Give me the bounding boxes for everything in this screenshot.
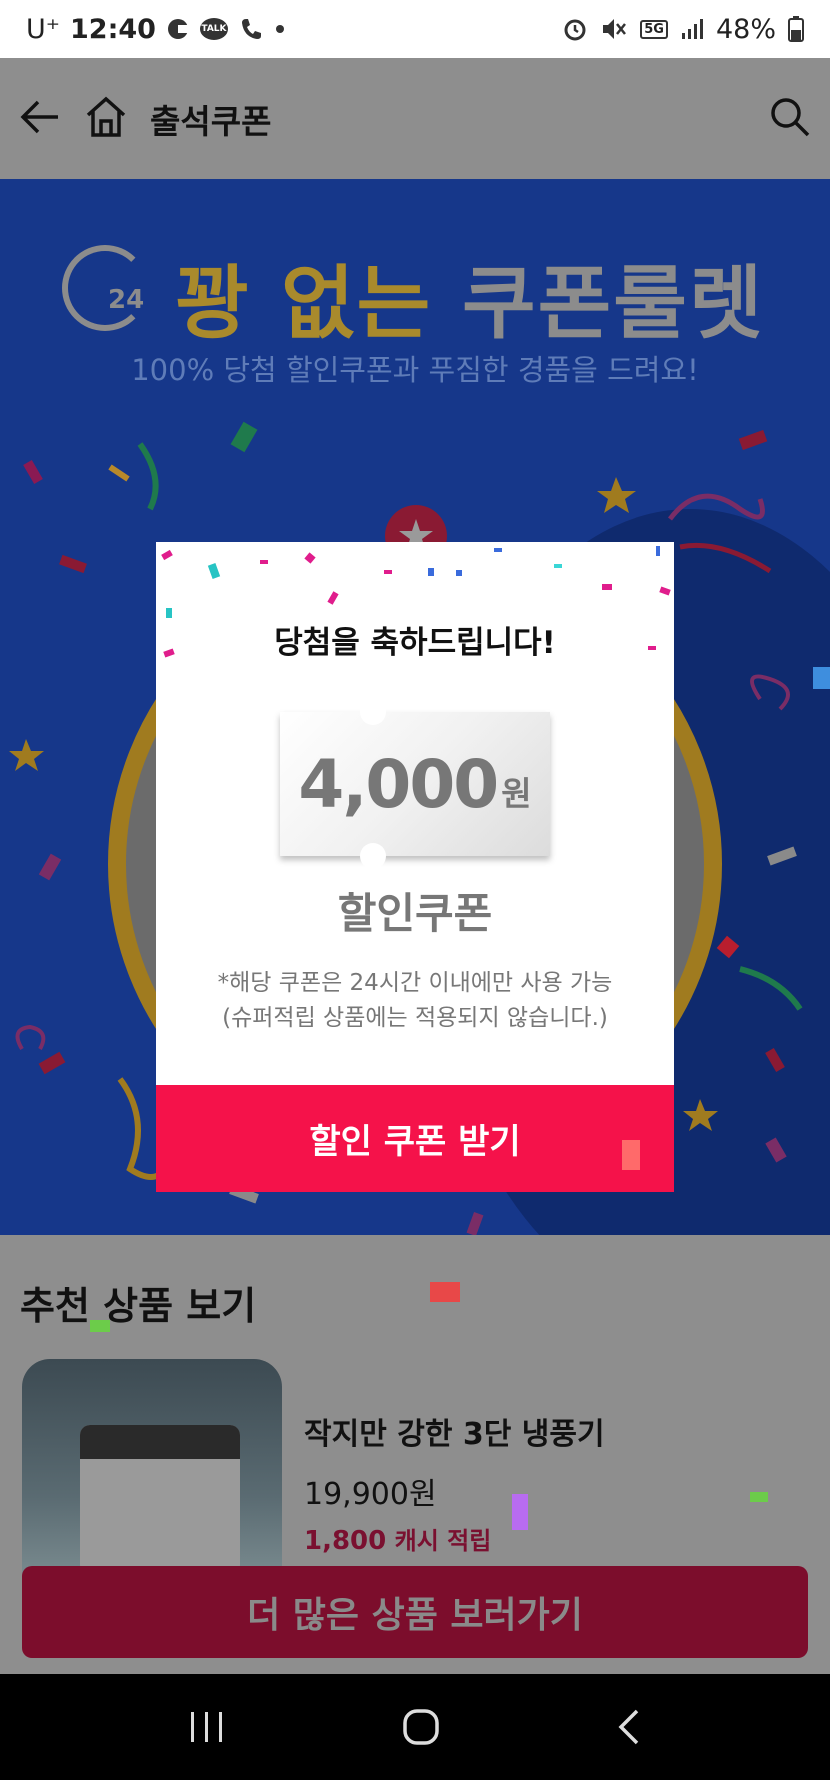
confetti-piece (622, 1140, 640, 1170)
coupon-note-line2: (슈퍼적립 상품에는 적용되지 않습니다.) (222, 1005, 608, 1031)
app-bar: 출석쿠폰 (0, 58, 830, 179)
network-5g-icon: 5G (640, 19, 668, 39)
notification-dot-icon (275, 25, 284, 33)
clock-time: 12:40 (70, 13, 156, 45)
status-bar: U⁺ 12:40 TALK 5G 48% (0, 0, 830, 58)
product-cash-reward: 1,800 캐시 적립 (304, 1521, 491, 1556)
coupon-note-line1: *해당 쿠폰은 24시간 이내에만 사용 가능 (217, 970, 613, 996)
confetti-piece (750, 1492, 768, 1502)
coupon-amount: 4,000 (298, 745, 499, 823)
system-nav-bar (0, 1674, 830, 1780)
dialog-heading: 당첨을 축하드립니다! (274, 625, 556, 661)
cash-label: 캐시 적립 (394, 1527, 492, 1555)
kakaotalk-icon: TALK (199, 18, 228, 40)
cooler-image-top (80, 1425, 240, 1459)
signal-icon (680, 17, 704, 41)
coupon-ticket: 4,000 원 (280, 699, 550, 869)
confetti-piece (430, 1282, 460, 1302)
page-title: 출석쿠폰 (150, 101, 272, 141)
battery-percent: 48% (715, 13, 776, 45)
product-name[interactable]: 작지만 강한 3단 냉풍기 (304, 1409, 605, 1453)
confetti-piece (90, 1320, 110, 1332)
claim-coupon-button[interactable]: 할인 쿠폰 받기 (156, 1085, 674, 1192)
ticket-notch-bottom (360, 843, 386, 869)
back-button-icon[interactable] (617, 1708, 641, 1746)
search-icon[interactable] (770, 97, 810, 141)
home-button-icon[interactable] (402, 1708, 440, 1746)
carrier-label: U⁺ (26, 13, 61, 45)
coupon-note: *해당 쿠폰은 24시간 이내에만 사용 가능 (슈퍼적립 상품에는 적용되지 … (156, 966, 674, 1036)
mute-icon (600, 16, 628, 42)
more-products-button[interactable]: 더 많은 상품 보러가기 (22, 1566, 808, 1658)
recommend-heading: 추천 상품 보기 (20, 1284, 257, 1328)
product-price: 19,900원 (304, 1477, 437, 1512)
home-icon[interactable] (84, 95, 128, 143)
cash-amount: 1,800 (304, 1526, 387, 1556)
app-c-icon (166, 17, 190, 41)
coupon-win-dialog: 당첨을 축하드립니다! 4,000 원 할인쿠폰 *해당 쿠폰은 24시간 이내… (156, 542, 674, 1192)
ticket-notch-top (360, 699, 386, 725)
back-arrow-icon[interactable] (20, 96, 62, 142)
coupon-currency: 원 (501, 774, 532, 813)
battery-icon (788, 16, 804, 42)
whowho-icon (238, 17, 266, 41)
alarm-icon (562, 16, 588, 42)
product-image[interactable] (22, 1359, 282, 1589)
recent-apps-icon[interactable] (189, 1710, 225, 1744)
confetti-piece (512, 1494, 528, 1530)
coupon-type: 할인쿠폰 (337, 889, 493, 938)
